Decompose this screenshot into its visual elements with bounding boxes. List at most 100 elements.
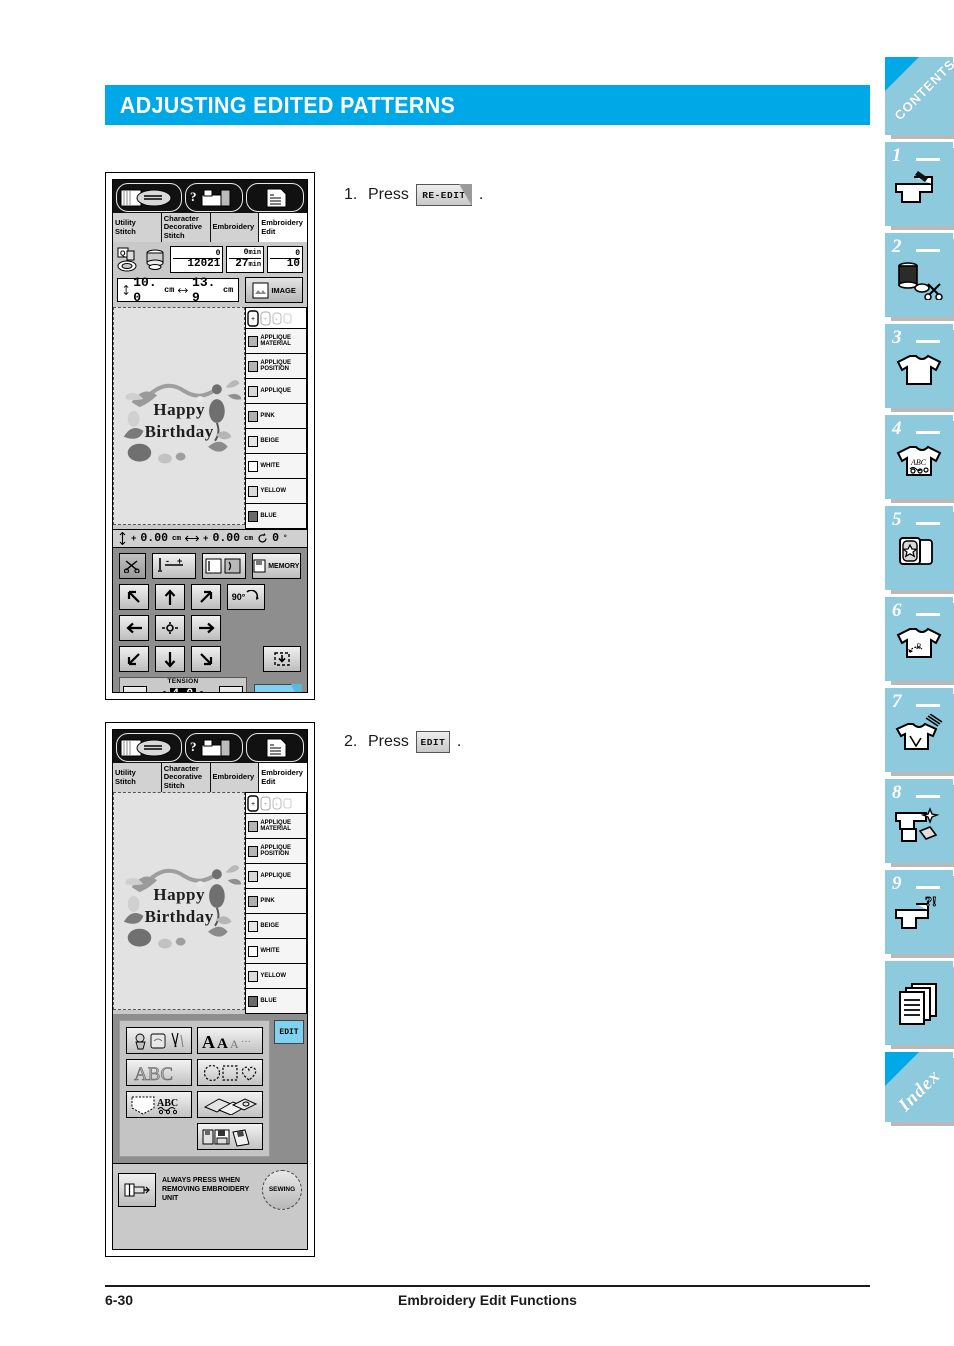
return-origin-icon xyxy=(274,652,290,666)
tab-character-decorative-stitch[interactable]: Character Decorative Stitch xyxy=(161,212,211,242)
height-value: 10. 0 xyxy=(133,275,157,305)
needle-position-button[interactable]: - + xyxy=(151,553,196,579)
reedit-button[interactable]: RE-EDIT xyxy=(254,683,302,692)
sidebar-tab-chapter-2[interactable]: 2 xyxy=(885,233,953,317)
inline-reedit-key[interactable]: RE-EDIT xyxy=(415,183,473,206)
tension-minus-button[interactable]: − xyxy=(123,685,147,692)
memory-icon xyxy=(253,559,266,573)
tab-utility-stitch[interactable]: Utility Stitch xyxy=(113,212,162,242)
settings-list-icon[interactable] xyxy=(246,733,304,762)
pattern-dimensions: 10. 0 cm 13. 9 cm xyxy=(117,275,240,305)
step-2-instruction: 2. Press EDIT . xyxy=(344,731,461,753)
center-icon xyxy=(162,622,178,634)
rotation-icon xyxy=(258,533,267,543)
move-left-button[interactable] xyxy=(119,615,149,641)
sidebar-tab-chapter-6[interactable]: 6 B xyxy=(885,597,953,681)
sidebar-tab-appendix[interactable] xyxy=(885,961,953,1045)
tab-utility-stitch[interactable]: Utility Stitch xyxy=(113,762,162,792)
pocket-lettering-button[interactable]: ABC xyxy=(126,1091,192,1118)
help-machine-icon[interactable]: ? xyxy=(185,733,244,762)
thread-item[interactable]: APPLIQUE POSITION xyxy=(245,354,307,379)
return-to-origin-button[interactable] xyxy=(263,646,301,672)
sidebar-tab-chapter-7[interactable]: 7 xyxy=(885,688,953,772)
card-pattern-button[interactable] xyxy=(197,1091,263,1118)
rotate-label: 90° xyxy=(231,592,246,602)
move-down-left-button[interactable] xyxy=(119,646,149,672)
sewing-button[interactable]: SEWING xyxy=(262,1169,302,1210)
thread-item[interactable]: YELLOW xyxy=(245,964,307,989)
thread-item[interactable]: BLUE xyxy=(245,504,307,529)
memory-card-button[interactable] xyxy=(197,1123,263,1150)
thread-item[interactable]: BEIGE xyxy=(245,429,307,454)
thread-item[interactable]: APPLIQUE POSITION xyxy=(245,839,307,864)
settings-list-icon[interactable] xyxy=(246,183,304,212)
remove-embroidery-unit-button[interactable] xyxy=(118,1172,156,1207)
tab-embroidery[interactable]: Embroidery xyxy=(210,212,260,242)
memory-button[interactable]: MEMORY xyxy=(251,553,301,579)
scissors-icon xyxy=(123,559,140,573)
tab-embroidery[interactable]: Embroidery xyxy=(210,762,260,792)
sidebar-tab-contents[interactable]: CONTENTS xyxy=(885,56,954,135)
embroidery-preview-1[interactable]: Happy Birthday xyxy=(113,307,246,525)
thread-label: PINK xyxy=(260,897,275,904)
thread-item[interactable]: APPLIQUE xyxy=(245,379,307,404)
svg-text:+: + xyxy=(275,802,278,808)
sidebar-tab-chapter-4[interactable]: 4 ABC xyxy=(885,415,953,499)
center-position-button[interactable] xyxy=(155,615,185,641)
move-down-right-button[interactable] xyxy=(191,646,221,672)
hoop-size-row[interactable]: + + + xyxy=(245,792,307,814)
move-up-right-button[interactable] xyxy=(191,584,221,610)
tab-character-decorative-stitch[interactable]: Character Decorative Stitch xyxy=(161,762,211,792)
inline-edit-key[interactable]: EDIT xyxy=(415,731,450,753)
thread-item[interactable]: BLUE xyxy=(245,989,307,1014)
edit-button[interactable]: EDIT xyxy=(274,1020,304,1044)
help-machine-icon[interactable]: ? xyxy=(185,183,244,212)
thread-spool-scissors-icon xyxy=(885,253,953,305)
thread-item[interactable]: WHITE xyxy=(245,939,307,964)
sidebar-tab-chapter-1[interactable]: 1 xyxy=(885,142,953,226)
single-multi-stitch-button[interactable] xyxy=(201,553,246,579)
thread-item[interactable]: YELLOW xyxy=(245,479,307,504)
thread-item[interactable]: PINK xyxy=(245,404,307,429)
tab-char-line3: Stitch xyxy=(163,780,185,790)
thread-item[interactable]: PINK xyxy=(245,889,307,914)
thread-item[interactable]: APPLIQUE MATERIAL xyxy=(245,814,307,839)
pattern-book-icon[interactable] xyxy=(116,733,183,762)
spool-icon xyxy=(248,485,259,497)
move-down-button[interactable] xyxy=(155,646,185,672)
tab-embroidery-edit[interactable]: Embroidery Edit xyxy=(259,762,307,792)
move-up-left-button[interactable] xyxy=(119,584,149,610)
sidebar-tab-chapter-8[interactable]: 8 xyxy=(885,779,953,863)
sidebar-tab-chapter-3[interactable]: 3 xyxy=(885,324,953,408)
step-1-verb: Press xyxy=(368,186,409,203)
thread-item[interactable]: APPLIQUE MATERIAL xyxy=(245,329,307,354)
sidebar-tab-chapter-9[interactable]: 9 ?! xyxy=(885,870,953,954)
tab-embroidery-edit[interactable]: Embroidery Edit xyxy=(259,212,307,242)
frame-shape-button[interactable] xyxy=(197,1059,263,1086)
embroidery-preview-2[interactable]: Happy Birthday xyxy=(113,792,246,1010)
sidebar-tab-index[interactable]: Index xyxy=(885,1052,953,1122)
spool-icon xyxy=(248,920,259,932)
sidebar-tab-chapter-5[interactable]: 5 xyxy=(885,506,953,590)
tab-utility-line2: Stitch xyxy=(115,226,136,236)
pattern-book-icon[interactable] xyxy=(116,183,183,212)
spool-icon xyxy=(248,820,259,832)
thread-item[interactable]: BEIGE xyxy=(245,914,307,939)
svg-text:+: + xyxy=(264,802,268,808)
lcd1-preview-area: Happy Birthday + + + APPLIQUE MATERIAL AP… xyxy=(113,307,307,529)
font-size-button[interactable]: A A A ··· xyxy=(197,1027,263,1054)
thread-cut-button[interactable] xyxy=(119,553,146,579)
alphabet-button[interactable]: ABC xyxy=(126,1059,192,1086)
memory-card-star-icon xyxy=(885,526,953,578)
image-button[interactable]: IMAGE xyxy=(245,277,303,303)
move-right-button[interactable] xyxy=(191,615,221,641)
tension-plus-button[interactable]: + xyxy=(219,685,243,692)
spool-icon xyxy=(248,995,259,1007)
hoop-size-row[interactable]: + + + xyxy=(245,307,307,329)
pattern-select-button[interactable] xyxy=(126,1027,192,1054)
control-row-3 xyxy=(119,615,301,641)
thread-item[interactable]: WHITE xyxy=(245,454,307,479)
rotate-button[interactable]: 90° xyxy=(227,584,265,610)
thread-item[interactable]: APPLIQUE xyxy=(245,864,307,889)
move-up-button[interactable] xyxy=(155,584,185,610)
